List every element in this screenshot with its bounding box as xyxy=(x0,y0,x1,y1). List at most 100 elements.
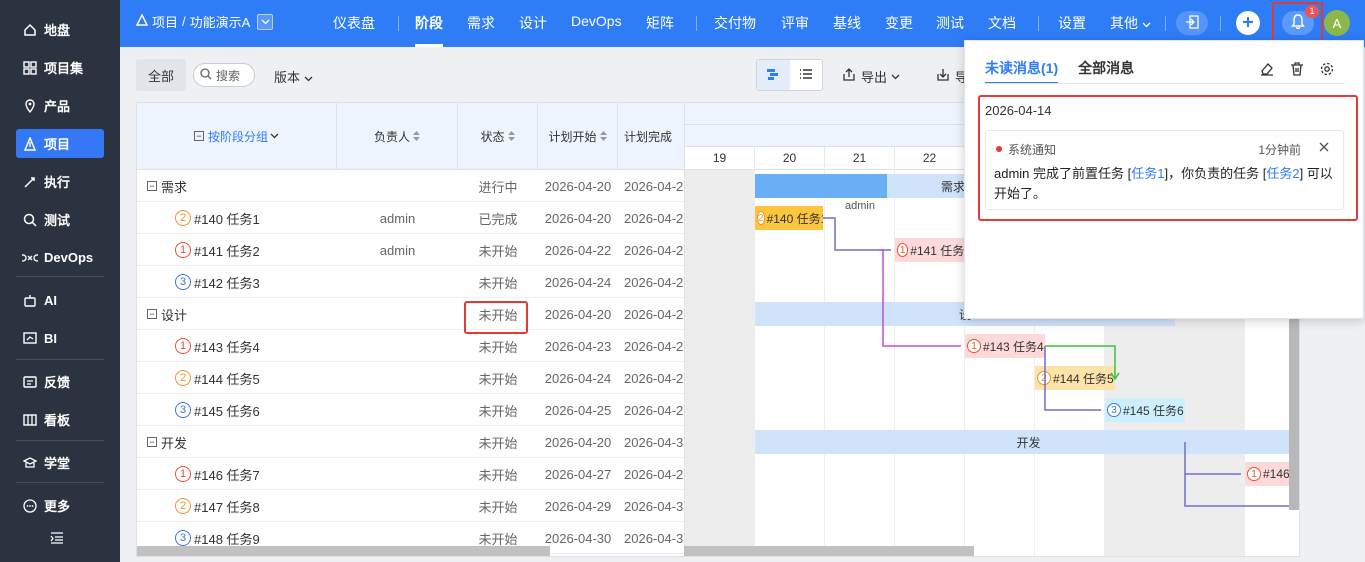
sort-icon xyxy=(507,131,515,141)
nav-dashboard[interactable]: 仪表盘 xyxy=(333,13,375,33)
nav-matrix[interactable]: 矩阵 xyxy=(646,13,674,33)
priority-badge: 3 xyxy=(175,274,191,290)
cell-name: 1 #141 任务2 xyxy=(137,234,337,266)
task-link-1[interactable]: 任务1 xyxy=(1131,166,1164,181)
table-row[interactable]: 1 #141 任务2 admin 未开始 2026-04-22 2026-04-2 xyxy=(137,234,684,266)
group-row[interactable]: − 需求 进行中 2026-04-20 2026-04-2 xyxy=(137,170,684,202)
gantt-view-button[interactable] xyxy=(757,60,790,90)
nav-settings[interactable]: 设置 xyxy=(1058,13,1086,33)
table-row[interactable]: 2 #144 任务5 未开始 2026-04-24 2026-04-2 xyxy=(137,362,684,394)
nav-design[interactable]: 设计 xyxy=(519,13,547,33)
collapse-all-icon[interactable]: − xyxy=(193,131,204,141)
add-button[interactable] xyxy=(1236,11,1260,35)
group-row[interactable]: − 设计 未开始 2026-04-20 2026-04-2 xyxy=(137,298,684,330)
collapse-group-icon[interactable]: − xyxy=(147,181,157,191)
priority-badge: 1 xyxy=(175,242,191,258)
header-status[interactable]: 状态 xyxy=(458,103,538,169)
sidebar-item-home[interactable]: 地盘 xyxy=(16,15,104,44)
cell-start: 2026-04-24 xyxy=(544,370,612,386)
task-name[interactable]: #144 任务5 xyxy=(194,369,260,388)
tab-unread[interactable]: 未读消息(1) xyxy=(985,58,1059,84)
task-name[interactable]: #143 任务4 xyxy=(194,337,260,356)
eraser-icon[interactable] xyxy=(1259,61,1275,77)
cell-status: 未开始 xyxy=(478,243,518,259)
sidebar-item-school[interactable]: 学堂 xyxy=(16,448,104,477)
breadcrumb-project-name[interactable]: 功能演示A xyxy=(190,12,251,31)
task-name[interactable]: #146 任务7 xyxy=(194,465,260,484)
sidebar-item-execution[interactable]: 执行 xyxy=(16,167,104,196)
sidebar-item-more[interactable]: 更多 xyxy=(16,491,104,520)
header-owner[interactable]: 负责人 xyxy=(337,103,458,169)
notification-actions xyxy=(1259,61,1349,77)
trash-icon[interactable] xyxy=(1289,61,1305,77)
sidebar-item-kanban[interactable]: 看板 xyxy=(16,405,104,434)
sidebar-item-project[interactable]: 项目 xyxy=(16,129,104,158)
sidebar-item-label: AI xyxy=(44,293,57,308)
cell-name: − 需求 xyxy=(137,170,337,202)
sidebar-item-program[interactable]: 项目集 xyxy=(16,53,104,82)
cell-start: 2026-04-20 xyxy=(544,434,612,450)
collapse-group-icon[interactable]: − xyxy=(147,437,157,447)
project-switch-dropdown[interactable] xyxy=(257,13,274,30)
nav-baseline[interactable]: 基线 xyxy=(833,13,861,33)
collapse-sidebar-icon[interactable] xyxy=(50,532,64,547)
nav-devops[interactable]: DevOps xyxy=(571,13,622,29)
table-row[interactable]: 3 #142 任务3 未开始 2026-04-24 2026-04-2 xyxy=(137,266,684,298)
chart-icon xyxy=(22,331,38,347)
header-start[interactable]: 计划开始 xyxy=(538,103,618,169)
search-input[interactable]: 搜索 xyxy=(193,63,255,87)
table-row[interactable]: 2 #147 任务8 未开始 2026-04-29 2026-04-3 xyxy=(137,490,684,522)
task-link-2[interactable]: 任务2 xyxy=(1266,166,1299,181)
nav-test[interactable]: 测试 xyxy=(936,13,964,33)
tab-all[interactable]: 全部消息 xyxy=(1078,58,1134,84)
collapse-group-icon[interactable]: − xyxy=(147,309,157,319)
nav-more[interactable]: 其他 xyxy=(1110,13,1151,33)
cell-end: 2026-04-2 xyxy=(624,274,684,290)
nav-change[interactable]: 变更 xyxy=(885,13,913,33)
table-row[interactable]: 1 #146 任务7 未开始 2026-04-27 2026-04-2 xyxy=(137,458,684,490)
version-dropdown[interactable]: 版本 xyxy=(274,67,313,86)
table-row[interactable]: 1 #143 任务4 未开始 2026-04-23 2026-04-2 xyxy=(137,330,684,362)
unread-dot xyxy=(996,146,1002,152)
task-name[interactable]: #140 任务1 xyxy=(194,209,260,228)
nav-stage[interactable]: 阶段 xyxy=(415,13,443,47)
task-name[interactable]: #142 任务3 xyxy=(194,273,260,292)
gantt-horizontal-scrollbar[interactable] xyxy=(684,546,974,556)
sidebar-item-ai[interactable]: AI xyxy=(16,286,104,315)
sidebar-item-bi[interactable]: BI xyxy=(16,324,104,353)
nav-review[interactable]: 评审 xyxy=(781,13,809,33)
grid-horizontal-scrollbar[interactable] xyxy=(137,546,550,556)
avatar[interactable]: A xyxy=(1324,10,1350,36)
table-row[interactable]: 2 #140 任务1 admin 已完成 2026-04-20 2026-04-2 xyxy=(137,202,684,234)
sidebar-item-feedback[interactable]: 反馈 xyxy=(16,367,104,396)
nav-deliverable[interactable]: 交付物 xyxy=(714,13,756,33)
task-name[interactable]: #147 任务8 xyxy=(194,497,260,516)
sidebar-item-label: 地盘 xyxy=(44,23,71,38)
cell-name: 3 #142 任务3 xyxy=(137,266,337,298)
close-icon[interactable] xyxy=(1317,140,1331,154)
header-end[interactable]: 计划完成 xyxy=(618,103,684,169)
list-view-button[interactable] xyxy=(790,60,823,90)
export-button[interactable]: 导出 xyxy=(842,67,900,86)
sidebar-item-test[interactable]: 测试 xyxy=(16,205,104,234)
exit-button[interactable] xyxy=(1176,11,1208,35)
notification-card[interactable]: 系统通知 1分钟前 admin 完成了前置任务 [任务1]，你负责的任务 [任务… xyxy=(985,130,1344,210)
cell-end: 2026-04-3 xyxy=(624,530,684,546)
sidebar-item-devops[interactable]: DevOps xyxy=(16,243,104,272)
task-name[interactable]: #148 任务9 xyxy=(194,529,260,548)
sidebar-item-product[interactable]: 产品 xyxy=(16,91,104,120)
cell-start: 2026-04-23 xyxy=(544,338,612,354)
nav-doc[interactable]: 文档 xyxy=(988,13,1016,33)
group-row[interactable]: − 开发 未开始 2026-04-20 2026-04-3 xyxy=(137,426,684,458)
breadcrumb-project[interactable]: 项目 xyxy=(152,12,178,31)
table-row[interactable]: 3 #145 任务6 未开始 2026-04-25 2026-04-2 xyxy=(137,394,684,426)
school-icon xyxy=(22,455,38,471)
filter-all-button[interactable]: 全部 xyxy=(136,59,186,91)
header-group-by[interactable]: − 按阶段分组 xyxy=(137,103,337,169)
task-name[interactable]: #141 任务2 xyxy=(194,241,260,260)
gear-icon[interactable] xyxy=(1319,61,1335,77)
nav-story[interactable]: 需求 xyxy=(467,13,495,33)
robot-icon xyxy=(22,293,38,309)
sidebar-item-label: DevOps xyxy=(44,250,94,265)
task-name[interactable]: #145 任务6 xyxy=(194,401,260,420)
